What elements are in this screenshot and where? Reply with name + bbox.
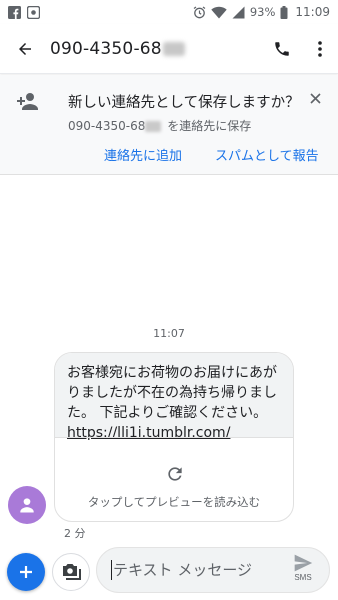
banner-title: 新しい連絡先として保存しますか？ <box>68 95 300 111</box>
banner-subtitle-suffix: を連絡先に保存 <box>163 119 252 133</box>
close-banner-button[interactable] <box>306 89 324 107</box>
save-contact-banner: 新しい連絡先として保存しますか？ 090-4350-68 を連絡先に保存 連絡先… <box>0 75 338 175</box>
message-text: お客様宛にお荷物のお届けにあがりましたが不在の為持ち帰りました。 下記よりご確認… <box>67 365 277 421</box>
redacted-digits <box>145 121 162 132</box>
signal-icon <box>232 6 245 19</box>
plus-icon <box>20 566 32 578</box>
text-cursor <box>111 560 112 580</box>
status-bar: 93% 11:09 <box>0 0 338 24</box>
redacted-digits <box>162 41 185 56</box>
report-spam-button[interactable]: スパムとして報告 <box>215 145 319 164</box>
message-timestamp: 11:07 <box>153 327 185 340</box>
close-icon <box>309 92 321 104</box>
message-body: お客様宛にお荷物のお届けにあがりましたが不在の為持ち帰りました。 下記よりご確認… <box>55 353 293 441</box>
call-button[interactable] <box>262 24 302 74</box>
clock: 11:09 <box>295 5 330 19</box>
screenshot-icon <box>26 5 41 19</box>
avatar[interactable] <box>8 486 46 524</box>
message-bubble[interactable]: お客様宛にお荷物のお届けにあがりましたが不在の為持ち帰りました。 下記よりご確認… <box>54 352 294 522</box>
person-add-icon <box>16 92 40 114</box>
send-label: SMS <box>294 573 312 582</box>
person-icon <box>20 498 34 513</box>
conversation-title: 090-4350-68 <box>50 39 262 59</box>
preview-label: タップしてプレビューを読み込む <box>87 495 261 509</box>
arrow-back-icon <box>19 42 31 55</box>
camera-gallery-icon <box>63 564 81 580</box>
add-contact-button[interactable]: 連絡先に追加 <box>104 145 182 164</box>
battery-icon <box>280 5 288 19</box>
alarm-icon <box>193 6 206 19</box>
link-preview[interactable]: タップしてプレビューを読み込む <box>55 437 293 521</box>
message-age: 2 分 <box>64 527 86 540</box>
refresh-icon <box>165 464 185 484</box>
more-options-button[interactable] <box>302 24 338 74</box>
battery-percent: 93% <box>249 5 276 19</box>
banner-subtitle: 090-4350-68 を連絡先に保存 <box>68 117 251 134</box>
message-input[interactable]: テキスト メッセージ <box>113 559 252 580</box>
app-bar: 090-4350-68 <box>0 24 338 74</box>
add-attachment-button[interactable] <box>7 553 45 591</box>
wifi-icon <box>211 6 227 19</box>
camera-gallery-button[interactable] <box>52 553 90 591</box>
banner-number: 090-4350-68 <box>68 119 146 133</box>
back-button[interactable] <box>0 24 50 74</box>
phone-number: 090-4350-68 <box>50 38 162 59</box>
compose-bar: テキスト メッセージ SMS <box>96 547 330 593</box>
send-icon <box>294 554 313 572</box>
send-button[interactable]: SMS <box>289 554 317 588</box>
more-vert-icon <box>318 40 322 57</box>
facebook-icon <box>8 5 21 19</box>
phone-icon <box>275 41 289 56</box>
